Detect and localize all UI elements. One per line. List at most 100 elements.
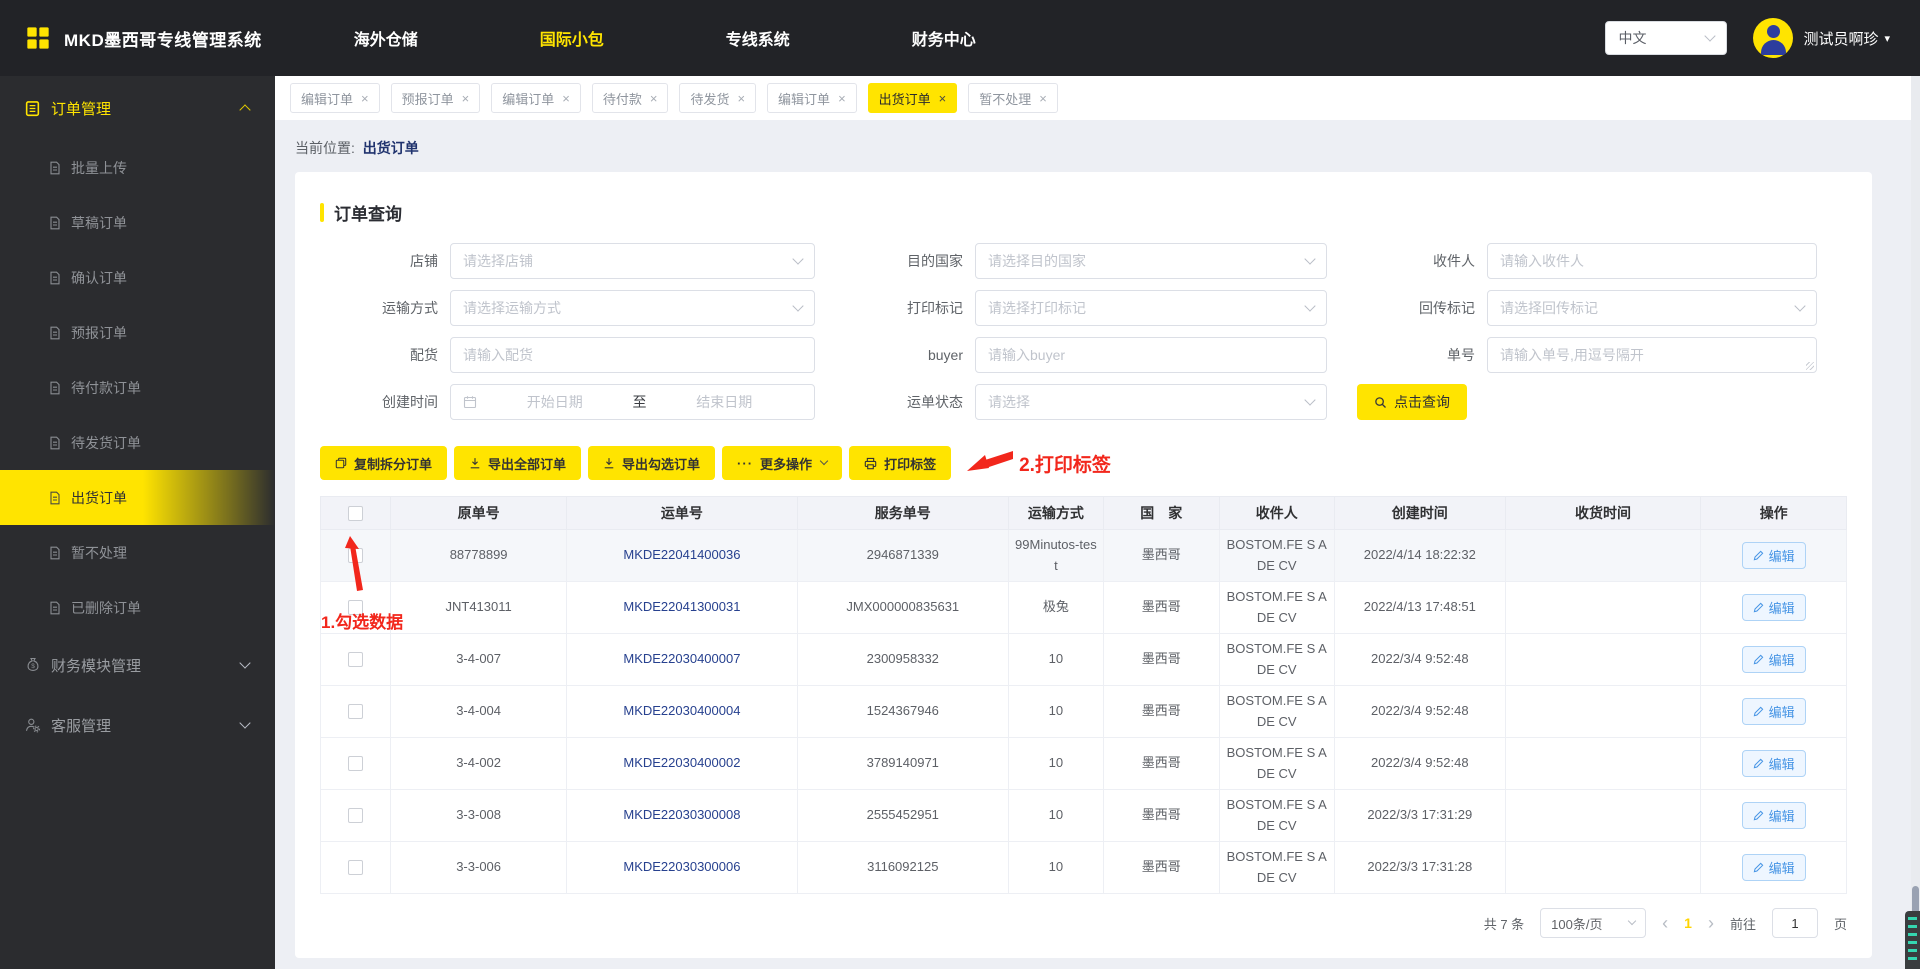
sidebar-item[interactable]: 预报订单 — [0, 305, 275, 360]
tab[interactable]: 编辑订单 × — [491, 83, 581, 113]
tab-close-icon[interactable]: × — [462, 92, 470, 105]
sidebar-section-finance[interactable]: $ 财务模块管理 — [0, 635, 275, 695]
document-icon — [50, 601, 60, 614]
order-no-placeholder: 请输入单号,用逗号隔开 — [1500, 347, 1644, 363]
goto-unit: 页 — [1833, 916, 1847, 932]
tracking-no-link[interactable]: MKDE22030400004 — [565, 685, 798, 738]
edit-button[interactable]: 编辑 — [1741, 594, 1806, 621]
avatar[interactable] — [1753, 18, 1794, 58]
nav-item[interactable]: 财务中心 — [912, 26, 976, 50]
sidebar-item[interactable]: 确认订单 — [0, 250, 275, 305]
tab[interactable]: 待付款 × — [591, 83, 669, 113]
tracking-no-link[interactable]: MKDE22030400007 — [565, 633, 798, 686]
cell-country: 墨西哥 — [1103, 789, 1220, 842]
row-checkbox[interactable] — [348, 756, 364, 772]
buyer-input[interactable] — [975, 337, 1327, 373]
tab-close-icon[interactable]: × — [1039, 92, 1047, 105]
edit-button[interactable]: 编辑 — [1741, 802, 1806, 829]
tab-close-icon[interactable]: × — [939, 92, 947, 105]
sidebar-item[interactable]: 待发货订单 — [0, 415, 275, 470]
page-size-select[interactable]: 100条/页 — [1540, 908, 1647, 938]
row-checkbox[interactable] — [348, 548, 364, 564]
edit-button[interactable]: 编辑 — [1741, 698, 1806, 725]
sidebar-item[interactable]: 草稿订单 — [0, 195, 275, 250]
chevron-down-icon — [1627, 916, 1637, 926]
print-label-button[interactable]: 打印标签 — [849, 446, 952, 480]
nav-item[interactable]: 专线系统 — [726, 26, 790, 50]
sidebar-item-label: 预报订单 — [71, 324, 127, 341]
cell-created-time: 2022/3/4 9:52:48 — [1333, 737, 1506, 790]
next-page-icon[interactable]: › — [1708, 914, 1714, 932]
tracking-no-link[interactable]: MKDE22030300008 — [565, 789, 798, 842]
sidebar-item[interactable]: 批量上传 — [0, 140, 275, 195]
order-no-textarea[interactable]: 请输入单号,用逗号隔开 — [1487, 337, 1817, 373]
allocation-label: 配货 — [410, 347, 438, 363]
cell-service-no: 3116092125 — [796, 841, 1009, 894]
recipient-input[interactable] — [1487, 243, 1817, 279]
chevron-down-icon — [792, 253, 804, 265]
sidebar-item[interactable]: 待付款订单 — [0, 360, 275, 415]
sidebar-section-order-management[interactable]: 订单管理 — [0, 76, 275, 140]
sidebar-item[interactable]: 已删除订单 — [0, 580, 275, 635]
edit-button[interactable]: 编辑 — [1741, 750, 1806, 777]
copy-split-order-button[interactable]: 复制拆分订单 — [320, 446, 448, 480]
scrollbar-track[interactable] — [1911, 76, 1920, 969]
pencil-icon — [1753, 758, 1764, 769]
tab-close-icon[interactable]: × — [737, 92, 745, 105]
row-checkbox[interactable] — [348, 652, 364, 668]
end-date-placeholder[interactable]: 结束日期 — [696, 392, 752, 412]
tab-label: 待发货 — [690, 91, 730, 107]
current-page[interactable]: 1 — [1684, 915, 1692, 931]
tab-close-icon[interactable]: × — [650, 92, 658, 105]
edit-button[interactable]: 编辑 — [1741, 646, 1806, 673]
shop-select[interactable]: 请选择店铺 — [450, 243, 815, 279]
tracking-no-link[interactable]: MKDE22030400002 — [565, 737, 798, 790]
apps-grid-icon[interactable] — [26, 26, 50, 50]
sidebar-item[interactable]: 出货订单 — [0, 470, 275, 525]
resize-handle[interactable] — [1806, 362, 1814, 370]
tab[interactable]: 出货订单 × — [867, 83, 958, 113]
tab-label: 出货订单 — [878, 91, 931, 107]
export-all-orders-button[interactable]: 导出全部订单 — [454, 446, 582, 480]
select-all-checkbox[interactable] — [348, 506, 364, 522]
row-checkbox[interactable] — [348, 704, 364, 720]
tab-close-icon[interactable]: × — [562, 92, 570, 105]
tab[interactable]: 编辑订单 × — [767, 83, 857, 113]
export-selected-orders-button[interactable]: 导出勾选订单 — [588, 446, 716, 480]
search-button[interactable]: 点击查询 — [1357, 384, 1467, 420]
tracking-no-link[interactable]: MKDE22041400036 — [565, 529, 798, 582]
allocation-input[interactable] — [450, 337, 815, 373]
language-select[interactable]: 中文 — [1605, 21, 1728, 55]
row-checkbox[interactable] — [348, 860, 364, 876]
edit-button[interactable]: 编辑 — [1741, 542, 1806, 569]
sidebar-item[interactable]: 暂不处理 — [0, 525, 275, 580]
shipping-method-select[interactable]: 请选择运输方式 — [450, 290, 815, 326]
created-time-range-picker[interactable]: 开始日期 至 结束日期 — [450, 384, 815, 420]
edit-button[interactable]: 编辑 — [1741, 854, 1806, 881]
sidebar-section-customer-service[interactable]: 客服管理 — [0, 695, 275, 755]
tab[interactable]: 预报订单 × — [390, 83, 481, 113]
tab-close-icon[interactable]: × — [838, 92, 846, 105]
row-checkbox[interactable] — [348, 808, 364, 824]
more-actions-button[interactable]: ··· 更多操作 — [722, 446, 843, 480]
nav-item[interactable]: 海外仓储 — [354, 26, 418, 50]
action-toolbar: 复制拆分订单 导出全部订单 导出勾选订单 ··· 更多操作 打印标签 2.打印标… — [320, 446, 1847, 480]
dest-country-select[interactable]: 请选择目的国家 — [975, 243, 1327, 279]
tracking-no-link[interactable]: MKDE22030300006 — [565, 841, 798, 894]
print-mark-select[interactable]: 请选择打印标记 — [975, 290, 1327, 326]
tab[interactable]: 暂不处理 × — [968, 83, 1058, 113]
row-checkbox[interactable] — [348, 600, 364, 616]
nav-item[interactable]: 国际小包 — [540, 26, 604, 50]
shop-placeholder: 请选择店铺 — [463, 253, 533, 269]
goto-page-input[interactable] — [1771, 908, 1818, 938]
tab[interactable]: 待发货 × — [679, 83, 757, 113]
waybill-status-select[interactable]: 请选择 — [975, 384, 1327, 420]
return-mark-select[interactable]: 请选择回传标记 — [1487, 290, 1817, 326]
tab[interactable]: 编辑订单 × — [290, 83, 380, 113]
browser-extension-widget[interactable] — [1905, 911, 1920, 969]
tab-close-icon[interactable]: × — [361, 92, 369, 105]
start-date-placeholder[interactable]: 开始日期 — [527, 392, 583, 412]
tracking-no-link[interactable]: MKDE22041300031 — [565, 581, 798, 634]
prev-page-icon[interactable]: ‹ — [1662, 914, 1668, 932]
user-caret-down-icon[interactable]: ▾ — [1884, 32, 1890, 45]
